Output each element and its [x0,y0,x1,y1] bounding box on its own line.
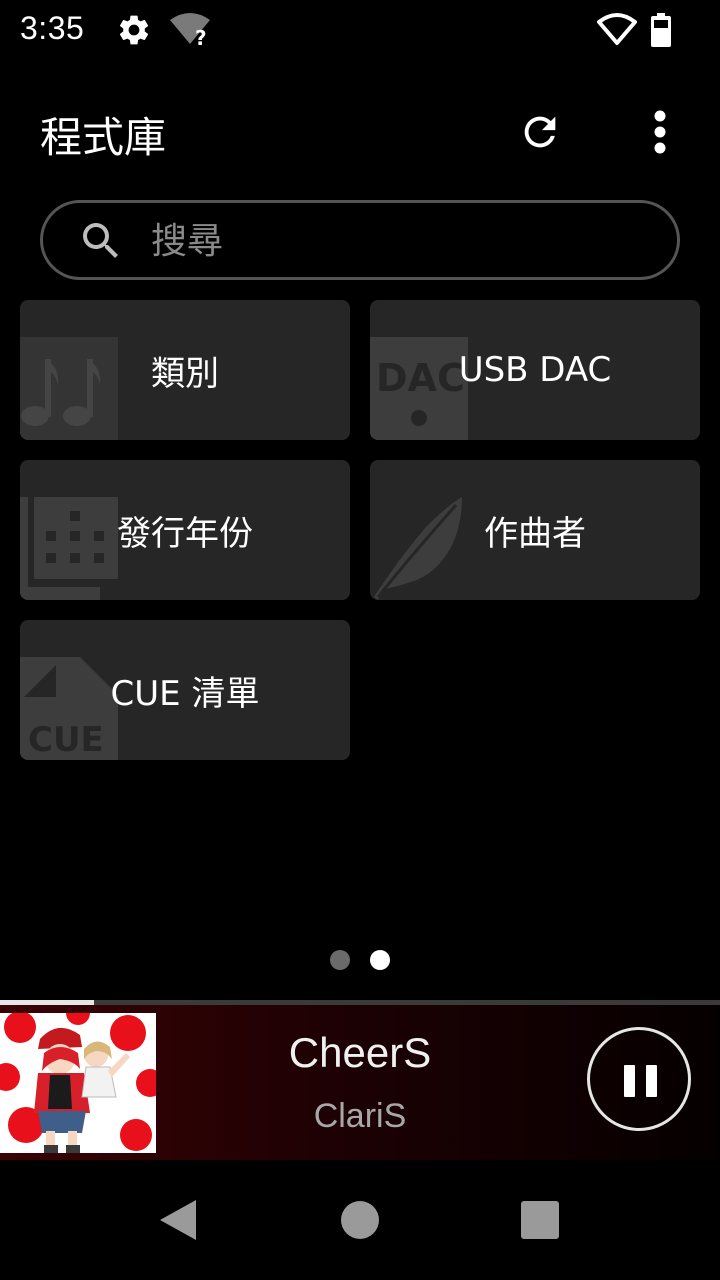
wifi-no-internet-icon: ? [170,13,210,48]
pause-icon [624,1065,635,1097]
mini-player[interactable]: CheerS ClariS [0,1005,720,1160]
pause-button[interactable] [587,1027,691,1131]
search-icon [83,223,118,258]
tile-genres-label: 類別 [151,353,219,394]
track-artist: ClariS [313,1097,407,1135]
tile-cue-list[interactable]: CUE CUE 清單 [20,620,350,760]
svg-text:?: ? [195,26,207,48]
tile-usb-dac[interactable]: DAC USB DAC [370,300,700,440]
tile-usb-dac-label: USB DAC [458,350,612,390]
refresh-icon [524,116,556,148]
page-indicator-dot[interactable] [330,950,350,970]
wifi-icon [597,13,637,45]
search-bar[interactable] [40,200,680,280]
more-options-button[interactable] [630,102,690,162]
battery-icon [651,13,671,47]
search-input[interactable] [151,215,631,267]
tile-composer[interactable]: 作曲者 [370,460,700,600]
gear-icon [119,15,149,45]
status-time: 3:35 [20,10,85,46]
tile-release-year[interactable]: 發行年份 [20,460,350,600]
app-bar: 程式庫 [0,90,720,170]
tile-composer-label: 作曲者 [484,513,586,554]
more-vert-icon [654,110,666,154]
system-nav-bar [0,1160,720,1280]
recents-icon[interactable] [521,1201,559,1239]
refresh-button[interactable] [510,102,570,162]
tile-genres[interactable]: 類別 [20,300,350,440]
page-title: 程式庫 [40,113,167,162]
page-indicator-dot-active[interactable] [370,950,390,970]
track-title: CheerS [288,1029,432,1076]
album-art[interactable] [0,1013,156,1153]
pause-icon-bar [646,1065,657,1097]
back-icon[interactable] [158,1198,198,1242]
status-bar: 3:35 ? [0,0,720,62]
home-icon[interactable] [341,1201,379,1239]
tile-release-year-label: 發行年份 [117,513,253,554]
tile-cue-list-label: CUE 清單 [110,673,260,714]
